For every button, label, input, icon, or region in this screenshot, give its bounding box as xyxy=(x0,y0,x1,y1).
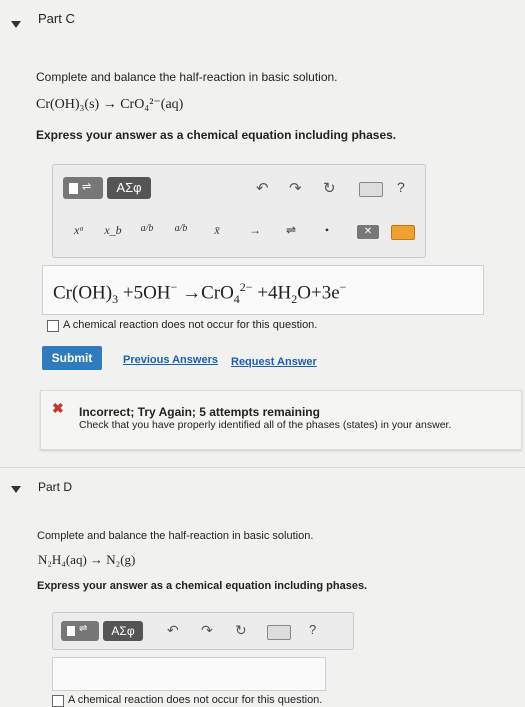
feedback-title: Incorrect; Try Again; 5 attempts remaini… xyxy=(79,405,320,419)
submit-button[interactable]: Submit xyxy=(42,346,102,370)
part-d-greek-symbols-button[interactable]: ΑΣφ xyxy=(103,621,143,641)
part-d-reset-icon[interactable]: ↻ xyxy=(235,622,247,639)
part-d-reaction: N₂H₄(aq) → N₂(g) xyxy=(38,552,136,567)
redo-icon[interactable]: ↷ xyxy=(289,179,302,197)
part-d-template-square-icon xyxy=(67,626,75,636)
part-c-title: Part C xyxy=(38,11,75,26)
part-d-undo-icon[interactable]: ↶ xyxy=(167,622,179,639)
answer-sup-e: − xyxy=(339,280,347,294)
feedback-message: Check that you have properly identified … xyxy=(79,419,452,431)
answer-sup-charge: 2− xyxy=(239,280,253,294)
undo-icon[interactable]: ↶ xyxy=(256,179,269,197)
delete-icon[interactable]: ✕ xyxy=(357,225,379,239)
part-c-no-reaction-label: A chemical reaction does not occur for t… xyxy=(63,319,318,331)
part-c-answer-field[interactable]: Cr(OH)3 +5OH− →CrO42− +4H2O+3e− xyxy=(42,265,484,315)
superscript-button[interactable]: xᵃ xyxy=(67,223,91,238)
part-d-template-arrows-icon: ⇌ xyxy=(79,623,88,634)
part-c-express: Express your answer as a chemical equati… xyxy=(36,128,397,142)
part-c-equation-toolbar: ⇌ ΑΣφ ↶ ↷ ↻ ? xᵃ x_b a/b a/b x̄ → ⇌ • ✕ xyxy=(52,164,426,258)
part-d-title: Part D xyxy=(38,480,73,494)
help-button[interactable]: ? xyxy=(397,179,405,195)
greek-symbols-button[interactable]: ΑΣφ xyxy=(107,177,151,199)
templates-button[interactable]: ⇌ xyxy=(63,177,103,199)
answer-sub-4: 4 xyxy=(233,292,240,307)
part-d-express: Express your answer as a chemical equati… xyxy=(37,580,368,592)
answer-sup-oh: − xyxy=(170,280,178,294)
subscript-button[interactable]: x_b xyxy=(99,223,127,238)
template-arrows-icon: ⇌ xyxy=(82,181,92,193)
part-d-equation-toolbar: ⇌ ΑΣφ ↶ ↷ ↻ ? xyxy=(52,612,354,650)
answer-term-croh: Cr(OH) xyxy=(53,282,113,304)
part-d-templates-button[interactable]: ⇌ xyxy=(61,621,99,641)
part-c-instruction: Complete and balance the half-reaction i… xyxy=(36,70,338,84)
part-d-redo-icon[interactable]: ↷ xyxy=(201,622,213,639)
part-d-divider xyxy=(0,467,525,468)
equilibrium-arrow-button[interactable]: ⇌ xyxy=(279,223,303,238)
part-d-instruction: Complete and balance the half-reaction i… xyxy=(37,530,314,542)
dot-button[interactable]: • xyxy=(315,223,339,238)
feedback-panel: ✖ Incorrect; Try Again; 5 attempts remai… xyxy=(40,390,522,450)
part-c-reaction: Cr(OH)₃(s) → CrO₄²⁻(aq) xyxy=(36,97,184,112)
reaction-arrow-button[interactable]: → xyxy=(243,223,267,238)
template-square-icon xyxy=(69,183,78,194)
collapse-part-c-icon[interactable] xyxy=(11,21,21,28)
part-d-keyboard-icon[interactable] xyxy=(267,625,291,640)
fraction-button[interactable]: a/b xyxy=(135,223,159,234)
answer-term-h: +4H xyxy=(257,282,292,304)
answer-term-oh: +5OH xyxy=(122,282,171,304)
answer-sub-3: 3 xyxy=(112,292,119,307)
reset-icon[interactable]: ↻ xyxy=(323,179,336,197)
answer-term-oe: O+3e xyxy=(297,282,340,304)
part-d-no-reaction-checkbox[interactable] xyxy=(52,695,64,707)
incorrect-icon: ✖ xyxy=(52,400,64,416)
collapse-part-d-icon[interactable] xyxy=(11,486,21,493)
part-c-no-reaction-checkbox[interactable] xyxy=(47,320,59,332)
request-answer-link[interactable]: Request Answer xyxy=(231,356,317,368)
part-d-answer-field[interactable] xyxy=(52,657,326,691)
mixed-fraction-button[interactable]: a/b xyxy=(169,223,193,234)
previous-answers-link[interactable]: Previous Answers xyxy=(123,354,218,366)
part-c-answer-equation: Cr(OH)3 +5OH− →CrO42− +4H2O+3e− xyxy=(53,280,346,307)
part-d-help-button[interactable]: ? xyxy=(309,622,316,637)
vector-button[interactable]: x̄ xyxy=(205,223,229,238)
keyboard-icon[interactable] xyxy=(359,182,383,197)
answer-term-cro: →CrO xyxy=(182,282,234,304)
keyboard-toggle-icon[interactable] xyxy=(391,225,415,240)
part-d-no-reaction-label: A chemical reaction does not occur for t… xyxy=(68,694,323,706)
